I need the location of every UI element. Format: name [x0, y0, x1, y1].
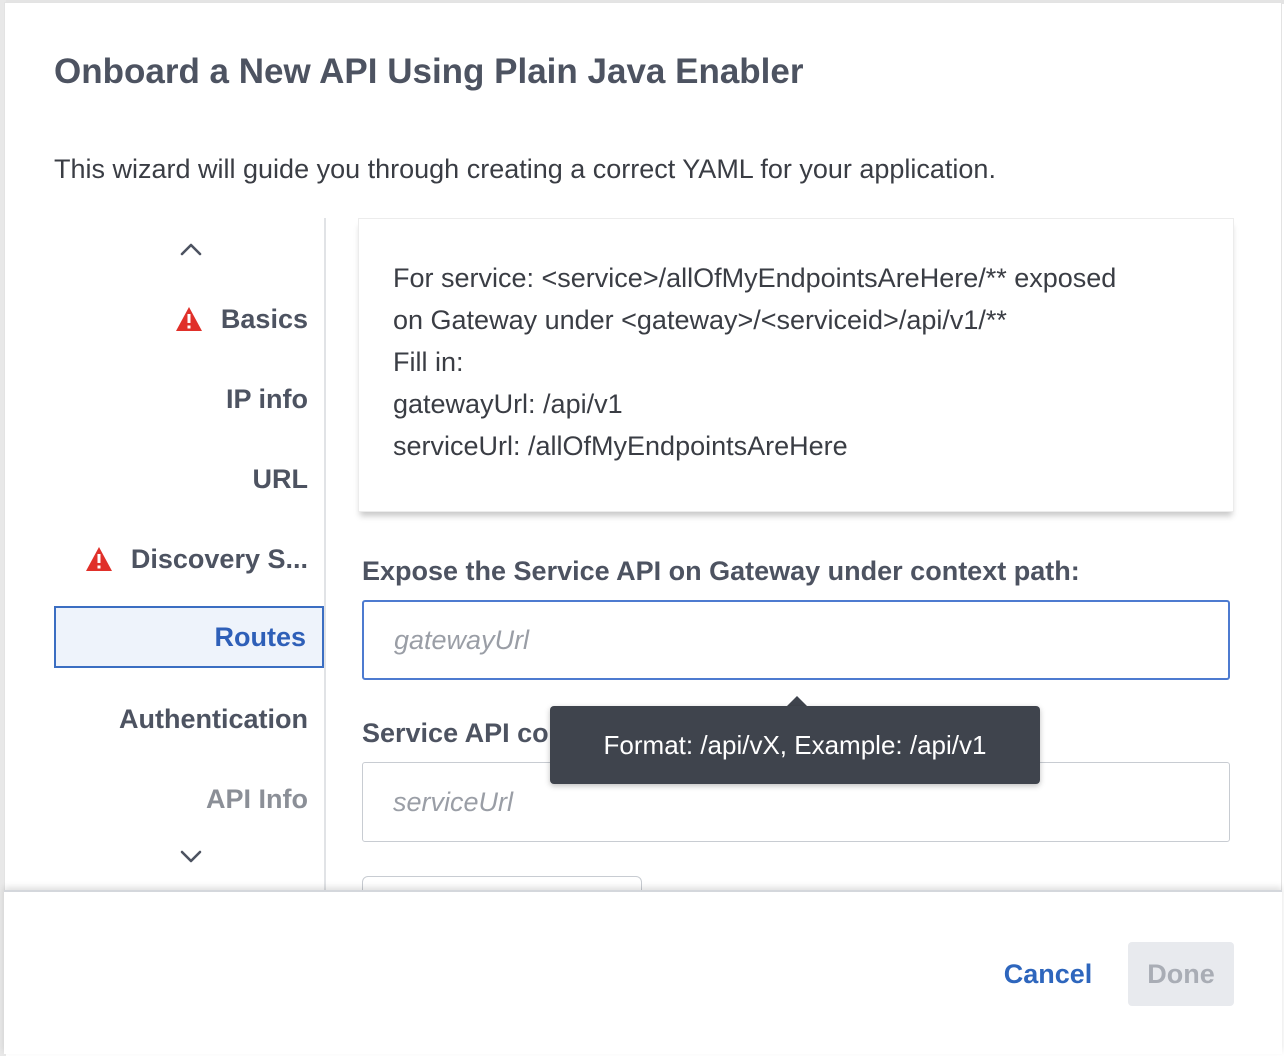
nav-item-authentication[interactable]: Authentication	[54, 688, 324, 750]
help-line: For service: <service>/allOfMyEndpointsA…	[393, 263, 1117, 293]
warning-triangle-icon	[175, 307, 202, 331]
done-button[interactable]: Done	[1128, 942, 1234, 1006]
nav-item-discovery-service[interactable]: Discovery S...	[54, 528, 324, 590]
wizard-nav: Basics IP info URL Discovery S... Routes…	[54, 218, 326, 890]
nav-item-label: Authentication	[119, 703, 308, 734]
service-url-label: Service API co	[362, 718, 549, 748]
nav-item-label: URL	[252, 463, 309, 494]
nav-item-basics[interactable]: Basics	[54, 288, 324, 350]
gateway-url-label: Expose the Service API on Gateway under …	[362, 556, 1080, 586]
nav-item-label: IP info	[225, 383, 308, 414]
format-tooltip: Format: /api/vX, Example: /api/v1	[550, 706, 1040, 784]
nav-item-ip-info[interactable]: IP info	[54, 368, 324, 430]
nav-item-url[interactable]: URL	[54, 448, 324, 510]
nav-item-label: Discovery S...	[130, 543, 308, 574]
nav-item-routes[interactable]: Routes	[54, 606, 324, 668]
dialog-title: Onboard a New API Using Plain Java Enabl…	[54, 52, 804, 91]
nav-item-label: Basics	[220, 303, 308, 334]
help-line: on Gateway under <gateway>/<serviceid>/a…	[393, 305, 1007, 335]
gateway-url-input[interactable]	[362, 600, 1230, 680]
routes-help-card: For service: <service>/allOfMyEndpointsA…	[358, 218, 1234, 512]
dialog-subtitle: This wizard will guide you through creat…	[54, 154, 996, 184]
cancel-button[interactable]: Cancel	[984, 942, 1112, 1006]
chevron-up-icon[interactable]	[178, 236, 204, 262]
help-line: Fill in:	[393, 347, 464, 377]
tooltip-text: Format: /api/vX, Example: /api/v1	[603, 729, 987, 760]
nav-item-label: Routes	[214, 621, 306, 652]
warning-triangle-icon	[85, 547, 112, 571]
nav-item-label: API Info	[206, 783, 308, 814]
help-line: gatewayUrl: /api/v1	[393, 389, 623, 419]
help-line: serviceUrl: /allOfMyEndpointsAreHere	[393, 431, 848, 461]
nav-item-api-info[interactable]: API Info	[54, 768, 324, 830]
chevron-down-icon[interactable]	[178, 844, 204, 870]
